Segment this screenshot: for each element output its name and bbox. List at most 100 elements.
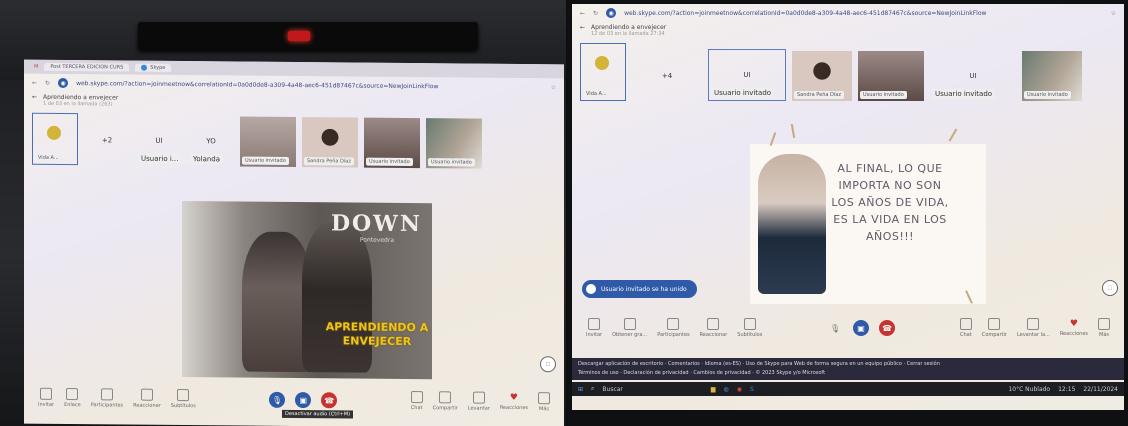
initials: YO — [206, 137, 216, 146]
mic-off-icon[interactable]: 🎙 — [827, 320, 843, 336]
share-button[interactable]: Compartir — [433, 391, 458, 411]
participant-self[interactable]: Vida A... — [32, 112, 78, 166]
control-label: Enlace — [64, 401, 81, 409]
left-photo: M Post TERCERA EDICION CURS Skype ← ↻ ◉ … — [0, 0, 566, 426]
back-arrow-icon[interactable]: ← — [32, 94, 37, 101]
tab-post[interactable]: Post TERCERA EDICION CURS — [44, 62, 130, 72]
skype-icon[interactable]: S — [750, 386, 754, 393]
more-participants[interactable]: +2 — [84, 115, 130, 165]
share-icon — [439, 391, 452, 404]
reactions-button[interactable]: ♥ Reacciones — [500, 393, 528, 411]
initials: UI — [969, 72, 977, 80]
react-button[interactable]: Reaccionar — [133, 388, 161, 409]
participant-tile[interactable]: YO Yolanda — [188, 116, 234, 166]
participant-tile[interactable]: UI Usuario invitado — [930, 51, 1016, 101]
weather-widget[interactable]: 10°C Nublado — [1008, 386, 1050, 393]
meeting-title: Aprendiendo a envejecer — [591, 24, 667, 31]
raise-hand-button[interactable]: Levantar — [468, 391, 490, 412]
record-button[interactable]: Obtener gra... — [612, 318, 647, 338]
control-label: Reacciones — [1059, 331, 1088, 337]
controls-left: Invitar Enlace Participantes Reaccionar … — [38, 387, 196, 410]
back-arrow-icon[interactable]: ← — [580, 24, 585, 31]
invite-button[interactable]: Invitar — [38, 387, 54, 408]
more-participants[interactable]: +4 — [632, 51, 702, 101]
reload-icon[interactable]: ↻ — [45, 79, 50, 86]
participant-tile[interactable]: Usuario invitado — [364, 117, 420, 169]
controls-left: Invitar Obtener gra... Participantes Rea… — [586, 318, 762, 338]
participant-tile[interactable]: UI Usuario invitado — [708, 49, 786, 101]
chat-button[interactable]: Chat — [410, 391, 423, 411]
raise-hand-button[interactable]: Levantar la... — [1017, 318, 1050, 338]
footer-line[interactable]: Términos de uso · Declaración de privaci… — [578, 369, 1118, 378]
edge-icon[interactable]: ◍ — [724, 386, 729, 393]
participant-tile[interactable]: Usuario invitado — [858, 51, 924, 101]
call-controls: Invitar Enlace Participantes Reaccionar … — [24, 387, 564, 413]
chat-button[interactable]: Chat — [959, 318, 972, 338]
back-icon[interactable]: ← — [32, 79, 37, 86]
share-button[interactable]: Compartir — [982, 318, 1007, 338]
control-label: Reaccionar — [699, 332, 728, 338]
reactions-button[interactable]: ♥ Reacciones — [1060, 319, 1088, 337]
chat-bubble-icon[interactable]: ⬚ — [540, 356, 556, 373]
gmail-icon: M — [34, 63, 39, 70]
camera-button[interactable]: ▣ — [295, 392, 312, 409]
participants-button[interactable]: Participantes — [657, 318, 690, 338]
sparkle-decoration — [948, 128, 958, 142]
chrome-icon[interactable]: ◉ — [737, 386, 742, 393]
camera-button[interactable]: ▣ — [853, 320, 870, 336]
tab-skype[interactable]: Skype — [135, 63, 172, 72]
hangup-button[interactable]: ☎ — [879, 320, 896, 336]
footer-line[interactable]: Descargar aplicación de escritorio · Com… — [578, 360, 1118, 369]
participants-button[interactable]: Participantes — [91, 388, 123, 409]
clock[interactable]: 12:15 — [1058, 386, 1075, 393]
chat-icon — [959, 318, 972, 330]
participant-tile[interactable]: Usuario invitado — [1022, 51, 1082, 101]
link-button[interactable]: Enlace — [64, 388, 81, 408]
star-icon[interactable]: ☆ — [1111, 10, 1116, 17]
control-label: Chat — [959, 332, 972, 338]
participant-tile[interactable]: Usuario invitado — [426, 118, 482, 169]
more-button[interactable]: Más — [1098, 318, 1110, 338]
invite-icon — [588, 318, 601, 330]
back-icon[interactable]: ← — [580, 10, 585, 17]
count-label: +2 — [101, 136, 113, 145]
captions-button[interactable]: Subtítulos — [737, 318, 762, 338]
participant-tile[interactable]: Usuario invitado — [240, 116, 296, 168]
brand-logo: DOWN — [330, 210, 422, 238]
participant-self[interactable]: Vida A... — [580, 43, 626, 101]
participant-tile[interactable]: Sandra Peña Díaz — [792, 51, 852, 101]
more-button[interactable]: Más — [538, 392, 550, 412]
reload-icon[interactable]: ↻ — [593, 10, 598, 17]
participant-tile[interactable]: Sandra Peña Díaz — [302, 117, 358, 168]
invite-button[interactable]: Invitar — [586, 318, 602, 338]
url-text[interactable]: web.skype.com/?action=joinmeetnow&correl… — [624, 10, 1103, 17]
star-icon[interactable]: ☆ — [551, 84, 556, 91]
hangup-button[interactable]: ☎ — [321, 392, 338, 409]
more-icon — [538, 392, 550, 405]
invite-icon — [40, 387, 53, 400]
address-bar[interactable]: ← ↻ ◉ web.skype.com/?action=joinmeetnow&… — [572, 4, 1124, 22]
record-icon — [623, 318, 636, 330]
control-label: Reaccionar — [133, 402, 161, 409]
react-button[interactable]: Reaccionar — [699, 318, 728, 338]
mute-button[interactable]: 🎙 — [269, 391, 286, 408]
captions-button[interactable]: Subtítulos — [170, 388, 196, 410]
control-label: Más — [539, 406, 549, 413]
tab-label: Skype — [150, 64, 166, 71]
windows-start-icon[interactable]: ⊞ — [578, 386, 583, 393]
control-label: Subtítulos — [170, 402, 196, 410]
initials: UI — [155, 136, 163, 145]
link-icon — [66, 388, 79, 401]
folder-icon[interactable]: ▆ — [711, 386, 716, 393]
join-toast: Usuario invitado se ha unido — [582, 280, 697, 298]
slide-quote: AL FINAL, LO QUE IMPORTA NO SON LOS AÑOS… — [831, 162, 949, 243]
url-text[interactable]: web.skype.com/?action=joinmeetnow&correl… — [76, 80, 543, 91]
react-icon — [707, 318, 720, 330]
toast-text: Usuario invitado se ha unido — [601, 285, 687, 293]
taskbar-search[interactable]: Buscar — [602, 386, 623, 393]
participant-name: Vida A... — [583, 90, 610, 98]
projected-screen-right: ← ↻ ◉ web.skype.com/?action=joinmeetnow&… — [572, 4, 1124, 410]
date[interactable]: 22/11/2024 — [1083, 386, 1118, 393]
participant-tile[interactable]: UI Usuario i... — [136, 116, 182, 166]
chat-bubble-icon[interactable]: ⬚ — [1102, 280, 1118, 296]
